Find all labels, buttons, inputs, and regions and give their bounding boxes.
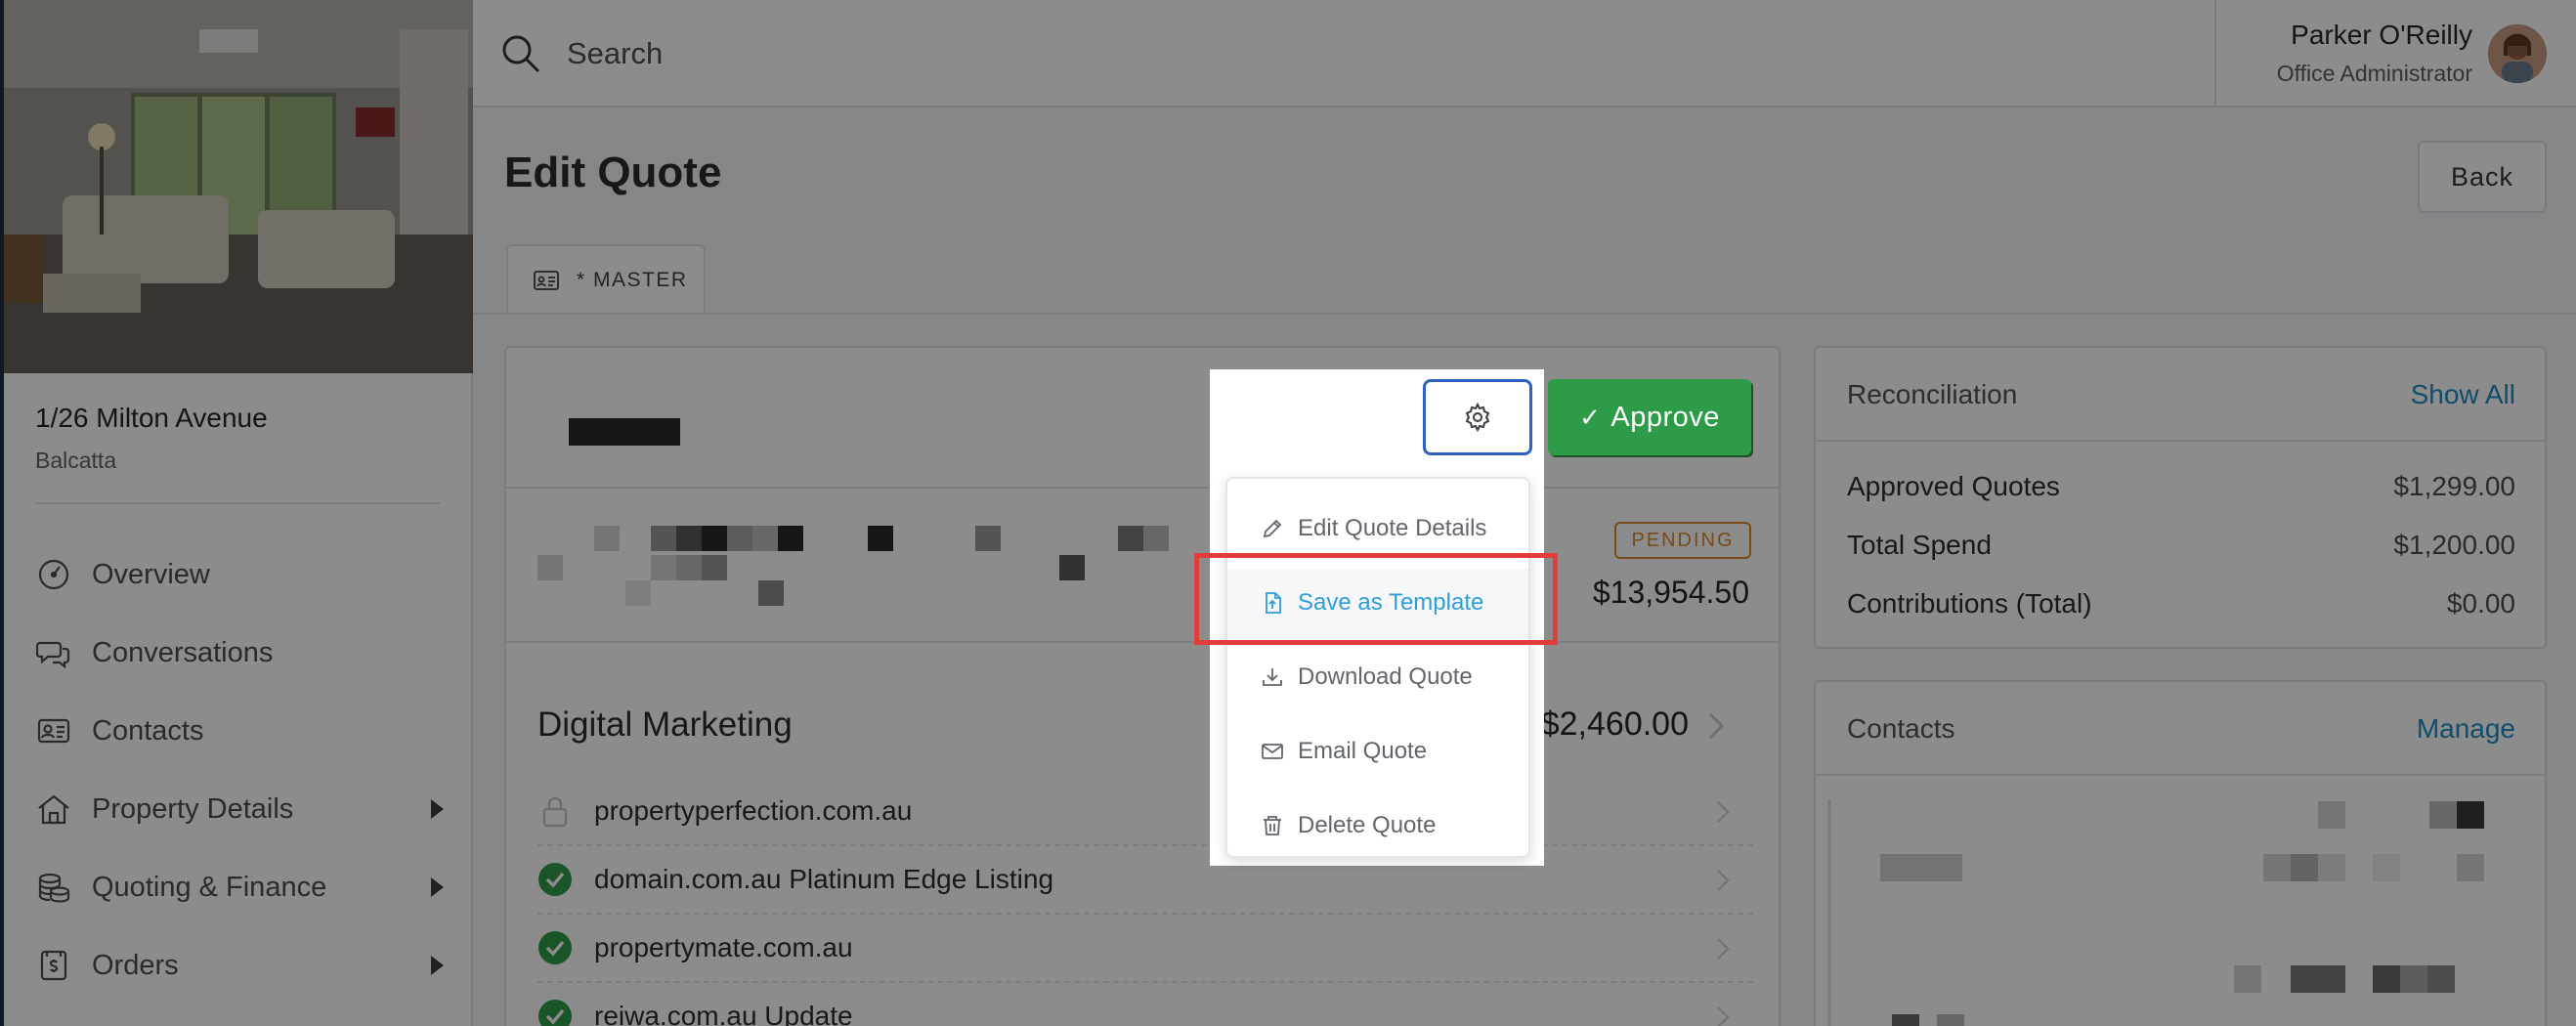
menu-item-download-quote[interactable]: Download Quote <box>1227 643 1528 711</box>
gear-icon <box>1465 403 1490 432</box>
trash-icon <box>1261 814 1284 837</box>
annotation-highlight-box <box>1194 553 1558 645</box>
download-icon <box>1261 665 1284 689</box>
approve-button-highlighted[interactable]: ✓ Approve <box>1548 379 1751 455</box>
envelope-icon <box>1261 740 1284 763</box>
menu-item-label: Delete Quote <box>1298 812 1437 838</box>
settings-button[interactable] <box>1423 379 1532 455</box>
menu-item-label: Edit Quote Details <box>1298 515 1487 541</box>
approve-label: Approve <box>1610 401 1720 433</box>
pencil-icon <box>1261 517 1284 540</box>
menu-item-label: Email Quote <box>1298 738 1428 764</box>
check-icon: ✓ <box>1579 402 1602 432</box>
menu-item-email-quote[interactable]: Email Quote <box>1227 717 1528 786</box>
menu-item-delete-quote[interactable]: Delete Quote <box>1227 791 1528 860</box>
settings-dropdown-menu: Edit Quote Details Save as Template Down… <box>1225 477 1530 858</box>
menu-item-label: Download Quote <box>1298 663 1473 690</box>
